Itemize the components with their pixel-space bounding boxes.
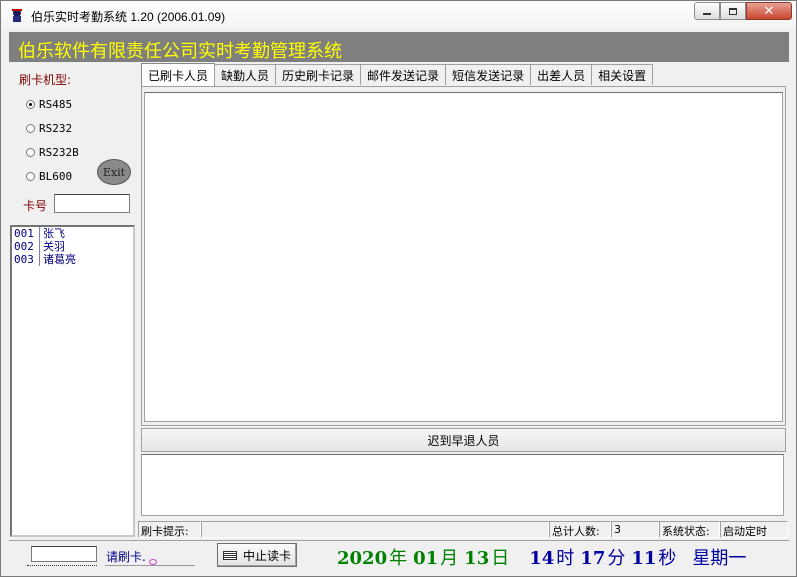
radio-label: RS485: [39, 98, 73, 111]
minimize-icon: [703, 13, 711, 15]
hour-unit: 时: [556, 548, 575, 569]
tab-history[interactable]: 历史刷卡记录: [275, 64, 362, 85]
second-value: 11: [631, 548, 657, 569]
list-item[interactable]: 001 张飞: [12, 227, 133, 240]
employee-name: 诸葛亮: [43, 253, 76, 266]
second-unit: 秒: [658, 548, 677, 569]
radio-rs232b[interactable]: RS232B: [26, 146, 79, 159]
machine-type-label: 刷卡机型:: [19, 73, 72, 87]
close-button[interactable]: ✕: [746, 2, 792, 20]
hour-value: 14: [529, 548, 555, 569]
late-early-header[interactable]: 迟到早退人员: [141, 428, 786, 452]
employee-id: 003: [12, 253, 40, 266]
date-time-display: 2020 年 01 月 13 日 14 时 17 分 11 秒 星期一: [337, 544, 746, 570]
tab-sms-log[interactable]: 短信发送记录: [445, 64, 532, 85]
divider: [105, 565, 195, 566]
title-bar[interactable]: 伯乐实时考勤系统 1.20 (2006.01.09) ✕: [1, 1, 796, 29]
radio-rs232[interactable]: RS232: [26, 122, 72, 135]
list-item[interactable]: 003 诸葛亮: [12, 253, 133, 266]
checked-in-records-area[interactable]: [144, 92, 783, 422]
employee-name: 关羽: [43, 240, 65, 253]
month-value: 01: [413, 548, 439, 569]
weekday: 星期一: [692, 548, 747, 569]
tab-checked-in[interactable]: 已刷卡人员: [141, 63, 216, 86]
tab-business-trip[interactable]: 出差人员: [530, 64, 593, 85]
hint-value: [201, 521, 549, 538]
window-title: 伯乐实时考勤系统 1.20 (2006.01.09): [31, 10, 226, 24]
day-value: 13: [464, 548, 490, 569]
status-bar: 刷卡提示: 总计人数: 3 系统状态: 启动定时: [138, 521, 788, 538]
radio-label: BL600: [39, 170, 73, 183]
hint-label: 刷卡提示:: [138, 521, 201, 538]
system-status-label: 系统状态:: [659, 521, 720, 538]
swipe-prompt: 请刷卡.: [106, 550, 146, 564]
tab-bar: 已刷卡人员 缺勤人员 历史刷卡记录 邮件发送记录 短信发送记录 出差人员 相关设…: [141, 63, 654, 86]
swipe-indicator-icon: [149, 559, 157, 565]
banner-title: 伯乐软件有限责任公司实时考勤管理系统: [18, 41, 342, 62]
app-logo-icon: [12, 9, 22, 22]
close-icon: ✕: [763, 3, 775, 19]
radio-rs485[interactable]: RS485: [26, 98, 72, 111]
year-unit: 年: [389, 548, 408, 569]
tab-absent[interactable]: 缺勤人员: [214, 64, 277, 85]
maximize-icon: [729, 7, 737, 15]
card-number-input[interactable]: [54, 194, 130, 213]
card-reader-icon: [222, 550, 237, 560]
bottom-bar: 请刷卡. 中止读卡 2020 年 01 月 13 日 14 时 17 分 11 …: [9, 540, 789, 571]
main-window: 伯乐实时考勤系统 1.20 (2006.01.09) ✕ 伯乐软件有限责任公司实…: [0, 0, 797, 577]
list-item[interactable]: 002 关羽: [12, 240, 133, 253]
stop-reading-label: 中止读卡: [242, 548, 291, 563]
minimize-button[interactable]: [694, 2, 720, 20]
radio-label: RS232: [39, 122, 73, 135]
exit-button[interactable]: Exit: [97, 159, 131, 185]
system-status-value: 启动定时: [720, 521, 788, 538]
total-label: 总计人数:: [549, 521, 611, 538]
employee-list[interactable]: 001 张飞 002 关羽 003 诸葛亮: [10, 225, 135, 537]
stop-reading-button[interactable]: 中止读卡: [217, 543, 297, 567]
day-unit: 日: [491, 548, 510, 569]
read-progress-box: [31, 546, 97, 562]
radio-button[interactable]: [26, 148, 35, 157]
late-early-records-area[interactable]: [141, 454, 784, 516]
year-value: 2020: [337, 548, 388, 569]
tab-email-log[interactable]: 邮件发送记录: [360, 64, 447, 85]
card-number-label: 卡号: [23, 199, 48, 213]
maximize-button[interactable]: [720, 2, 746, 20]
divider: [27, 565, 97, 566]
minute-value: 17: [580, 548, 606, 569]
employee-id: 002: [12, 240, 40, 253]
radio-button[interactable]: [26, 172, 35, 181]
month-unit: 月: [440, 548, 459, 569]
radio-button-checked[interactable]: [26, 100, 35, 109]
window-controls: ✕: [694, 2, 792, 20]
tab-panel: [141, 86, 786, 426]
minute-unit: 分: [607, 548, 626, 569]
total-value: 3: [611, 521, 659, 538]
employee-name: 张飞: [43, 227, 65, 240]
company-banner: 伯乐软件有限责任公司实时考勤管理系统: [9, 32, 789, 62]
radio-label: RS232B: [39, 146, 79, 159]
left-panel: 刷卡机型: RS485 RS232 RS232B BL600 Exit 卡号 0…: [9, 65, 137, 537]
radio-button[interactable]: [26, 124, 35, 133]
radio-bl600[interactable]: BL600: [26, 170, 72, 183]
employee-id: 001: [12, 227, 40, 240]
tab-settings[interactable]: 相关设置: [591, 64, 654, 85]
